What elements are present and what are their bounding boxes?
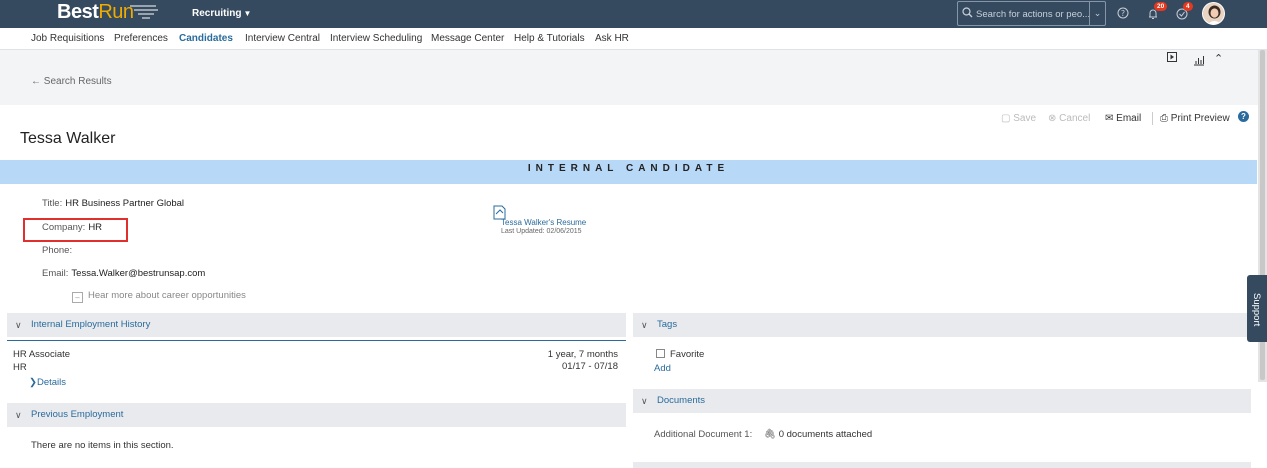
title-value: HR Business Partner Global: [65, 198, 185, 209]
title-field: Title: HR Business Partner Global: [42, 198, 185, 209]
previous-employment-empty: There are no items in this section.: [31, 440, 174, 451]
company-value: HR: [88, 222, 103, 233]
add-tag-link[interactable]: Add: [654, 363, 671, 374]
info-help-icon[interactable]: ?: [1238, 111, 1249, 122]
nav-interview-scheduling[interactable]: Interview Scheduling: [330, 33, 422, 44]
svg-text:?: ?: [1121, 9, 1125, 18]
paperclip-icon: 🖇: [764, 429, 777, 440]
candidate-name: Tessa Walker: [20, 130, 116, 147]
chevron-down-icon[interactable]: ∨: [641, 313, 648, 337]
resume-last-updated: Last Updated: 02/06/2015: [501, 228, 582, 235]
printer-icon: ⎙: [1160, 113, 1168, 124]
tags-header[interactable]: ∨ Tags: [633, 313, 1251, 337]
history-dates: 01/17 - 07/18: [562, 361, 618, 372]
documents-attached[interactable]: 🖇 0 documents attached: [764, 429, 872, 440]
favorite-option[interactable]: Favorite: [656, 349, 704, 360]
support-tab[interactable]: Support: [1247, 275, 1267, 342]
chevron-right-icon: ❯: [29, 377, 37, 388]
chevron-down-icon[interactable]: ∨: [15, 313, 22, 337]
chevron-down-icon[interactable]: ∨: [15, 403, 22, 427]
company-field: Company: HR: [42, 222, 103, 233]
documents-header[interactable]: ∨ Documents: [633, 389, 1251, 413]
resume-link[interactable]: Tessa Walker's Resume: [501, 218, 586, 227]
search-input[interactable]: Search for actions or peo...: [976, 9, 1090, 20]
cancel-button[interactable]: ⊗ Cancel: [1048, 113, 1090, 124]
nav-help-tutorials[interactable]: Help & Tutorials: [514, 33, 585, 44]
email-button[interactable]: ✉ Email: [1105, 113, 1141, 124]
arrow-left-icon: ←: [31, 76, 41, 87]
internal-employment-history-header[interactable]: ∨ Internal Employment History: [7, 313, 626, 337]
history-role: HR Associate: [13, 349, 71, 360]
career-opportunities-checkbox[interactable]: –: [72, 292, 83, 303]
next-panel-header: [633, 462, 1251, 468]
chevron-down-icon: ▼: [243, 9, 252, 18]
previous-employment-header[interactable]: ∨ Previous Employment: [7, 403, 626, 427]
email-value: Tessa.Walker@bestrunsap.com: [71, 268, 206, 279]
play-icon[interactable]: [1167, 52, 1177, 62]
nav-interview-central[interactable]: Interview Central: [245, 33, 320, 44]
details-link[interactable]: ❯Details: [29, 377, 66, 388]
internal-candidate-banner: INTERNAL CANDIDATE: [0, 160, 1257, 184]
section-underline: [7, 340, 626, 341]
email-field: Email: Tessa.Walker@bestrunsap.com: [42, 268, 206, 279]
main-nav: Job Requisitions Preferences Candidates …: [0, 28, 1267, 50]
bestrun-logo[interactable]: BestRun: [57, 1, 134, 24]
nav-preferences[interactable]: Preferences: [114, 33, 168, 44]
nav-job-requisitions[interactable]: Job Requisitions: [31, 33, 104, 44]
search-box[interactable]: Search for actions or peo... ⌄: [957, 1, 1106, 26]
envelope-icon: ✉: [1105, 113, 1114, 124]
favorite-checkbox[interactable]: [656, 349, 665, 358]
help-icon[interactable]: ?: [1117, 7, 1129, 19]
chevron-down-icon[interactable]: ∨: [641, 389, 648, 413]
module-switcher[interactable]: Recruiting ▼: [192, 8, 251, 19]
approvals-button[interactable]: 4: [1176, 2, 1193, 25]
approvals-badge: 4: [1183, 2, 1193, 11]
save-icon: ▢: [1001, 113, 1011, 124]
sub-header: [0, 50, 1267, 105]
user-avatar[interactable]: [1202, 2, 1225, 25]
phone-field: Phone:: [42, 245, 73, 256]
toolbar-divider: [1152, 112, 1153, 125]
chart-icon[interactable]: [1193, 55, 1205, 66]
career-opportunities-option[interactable]: – Hear more about career opportunities: [72, 290, 246, 303]
nav-ask-hr[interactable]: Ask HR: [595, 33, 629, 44]
top-bar: BestRun Recruiting ▼ Search for actions o…: [0, 0, 1267, 28]
history-duration: 1 year, 7 months: [547, 349, 618, 360]
nav-candidates[interactable]: Candidates: [179, 33, 233, 44]
nav-message-center[interactable]: Message Center: [431, 33, 504, 44]
search-dropdown-icon[interactable]: ⌄: [1089, 2, 1105, 25]
notifications-badge: 20: [1154, 2, 1168, 11]
save-button[interactable]: ▢ Save: [1001, 113, 1036, 124]
user-photo-icon: [1203, 3, 1224, 24]
additional-document-label: Additional Document 1:: [654, 429, 753, 440]
search-icon: [962, 7, 973, 18]
logo-lines-icon: [130, 5, 158, 19]
cancel-icon: ⊗: [1048, 113, 1057, 124]
print-preview-button[interactable]: ⎙ Print Preview: [1160, 113, 1230, 124]
back-to-search-results[interactable]: ← Search Results: [31, 76, 112, 87]
notifications-button[interactable]: 20: [1147, 2, 1168, 25]
history-department: HR: [13, 362, 27, 373]
chevron-up-icon[interactable]: ⌃: [1214, 52, 1223, 65]
